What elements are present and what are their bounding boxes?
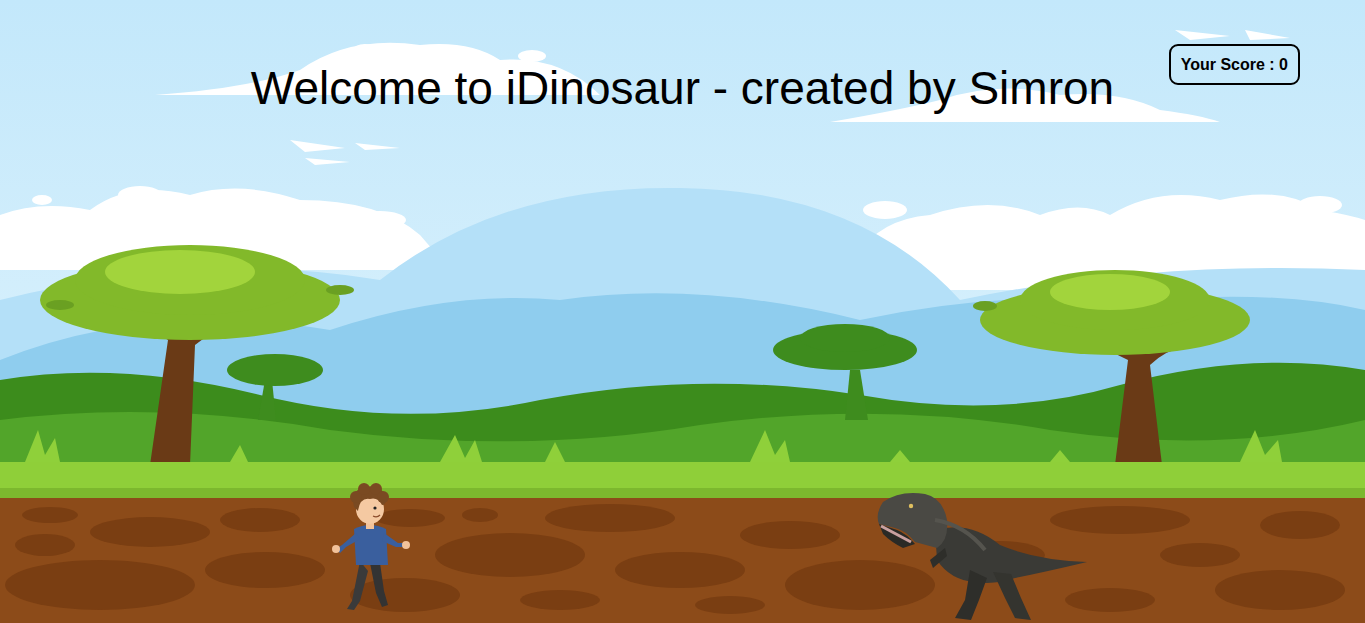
trex-dinosaur-icon[interactable] <box>875 490 1087 623</box>
game-stage: Welcome to iDinosaur - created by Simron… <box>0 0 1365 623</box>
boy-runner-icon[interactable] <box>330 483 410 611</box>
score-display: Your Score : 0 <box>1169 44 1300 85</box>
hud-layer: Welcome to iDinosaur - created by Simron <box>0 0 1365 115</box>
game-title: Welcome to iDinosaur - created by Simron <box>0 0 1365 115</box>
